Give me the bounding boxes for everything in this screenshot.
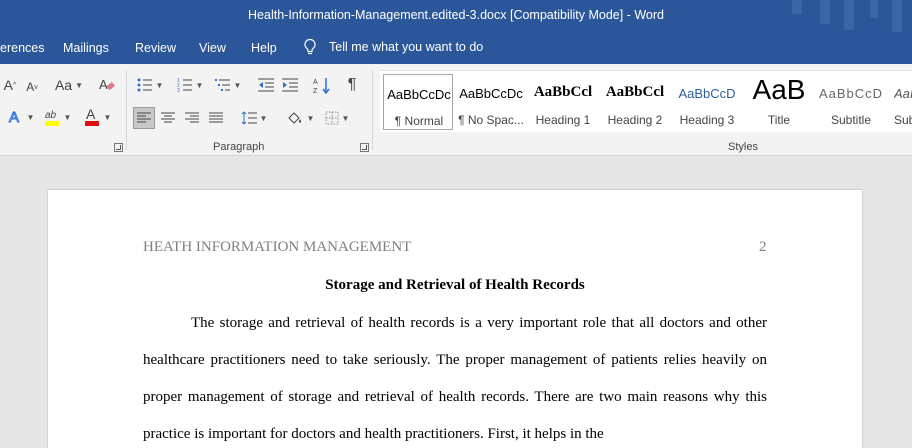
- ribbon-tab-bar: erences Mailings Review View Help Tell m…: [0, 32, 912, 64]
- paragraph-dialog-launcher[interactable]: [360, 143, 369, 152]
- page-number: 2: [759, 239, 767, 255]
- ribbon-separator: [126, 70, 127, 150]
- clear-formatting-button[interactable]: A: [96, 74, 118, 96]
- style-name: Sub: [894, 113, 912, 127]
- ribbon: A ^ Av Aa ▼ A A ▼ ab ▼ A ▼ ▼ 1 2 3 ▼ ▼ A…: [0, 64, 912, 156]
- style-name: ¶ Normal: [394, 114, 444, 128]
- style-subtitle[interactable]: AaBbCcD Subtitle: [816, 74, 886, 130]
- multilevel-list-button[interactable]: ▼: [212, 74, 244, 96]
- svg-text:A: A: [9, 109, 19, 125]
- style-name: ¶ No Spac...: [458, 113, 524, 127]
- align-center-icon: [161, 112, 175, 123]
- bullets-icon: [137, 78, 152, 92]
- increase-indent-button[interactable]: [280, 74, 300, 96]
- font-color-button[interactable]: A ▼: [80, 106, 114, 128]
- style-sample: AaBbCcl: [605, 84, 665, 100]
- text-effects-icon: A: [8, 109, 19, 125]
- tab-help[interactable]: Help: [251, 41, 277, 55]
- svg-text:A: A: [99, 77, 108, 92]
- style-sample: AaBbCcDc: [387, 87, 451, 102]
- svg-text:ab: ab: [45, 110, 57, 121]
- style-normal[interactable]: AaBbCcDc ¶ Normal: [383, 74, 453, 130]
- increase-indent-icon: [282, 78, 298, 92]
- title-bar: Health-Information-Management.edited-3.d…: [0, 0, 912, 32]
- style-sample: AaI: [894, 86, 912, 101]
- highlighter-icon: ab: [44, 110, 59, 126]
- style-heading-2[interactable]: AaBbCcl Heading 2: [600, 74, 670, 130]
- grow-font-button[interactable]: A ^: [2, 74, 18, 96]
- align-center-button[interactable]: [158, 107, 178, 129]
- borders-icon: [325, 111, 339, 125]
- title-bar-decoration: [792, 0, 902, 32]
- tab-references[interactable]: erences: [0, 41, 44, 55]
- sort-icon: A Z: [313, 78, 330, 94]
- ribbon-separator: [372, 70, 373, 150]
- align-right-button[interactable]: [182, 107, 202, 129]
- sort-button[interactable]: A Z: [312, 74, 332, 96]
- svg-text:A: A: [86, 107, 96, 122]
- numbering-button[interactable]: 1 2 3 ▼: [174, 74, 206, 96]
- style-heading-1[interactable]: AaBbCcl Heading 1: [528, 74, 598, 130]
- style-title[interactable]: AaB Title: [744, 74, 814, 130]
- page-header: HEATH INFORMATION MANAGEMENT: [143, 239, 412, 255]
- style-name: Heading 2: [607, 113, 663, 127]
- svg-text:3: 3: [177, 88, 180, 92]
- text-effects-button[interactable]: A ▼: [4, 106, 38, 128]
- font-dialog-launcher[interactable]: [114, 143, 123, 152]
- tab-view[interactable]: View: [199, 41, 226, 55]
- change-case-button[interactable]: Aa ▼: [52, 74, 86, 96]
- align-right-icon: [185, 112, 199, 123]
- style-name: Heading 3: [679, 113, 735, 127]
- style-name: Subtitle: [830, 113, 872, 127]
- svg-text:Z: Z: [313, 88, 318, 94]
- paragraph-group-label: Paragraph: [213, 141, 265, 153]
- shading-button[interactable]: ▼: [284, 107, 316, 129]
- borders-button[interactable]: ▼: [320, 107, 354, 129]
- multilevel-list-icon: [214, 79, 230, 91]
- paint-bucket-icon: [287, 112, 301, 124]
- style-sample: AaBbCcDc: [459, 86, 523, 101]
- style-no-spacing[interactable]: AaBbCcDc ¶ No Spac...: [456, 74, 526, 130]
- shrink-font-button[interactable]: Av: [24, 76, 40, 98]
- tab-review[interactable]: Review: [135, 41, 176, 55]
- window-title: Health-Information-Management.edited-3.d…: [248, 8, 664, 22]
- styles-gallery: AaBbCcDc ¶ Normal AaBbCcDc ¶ No Spac... …: [380, 70, 912, 132]
- style-sample: AaB: [752, 74, 806, 105]
- style-sample: AaBbCcD: [678, 86, 736, 101]
- bullets-button[interactable]: ▼: [134, 74, 166, 96]
- document-page[interactable]: HEATH INFORMATION MANAGEMENT 2 Storage a…: [48, 190, 862, 448]
- justify-button[interactable]: [206, 107, 226, 129]
- highlight-color-button[interactable]: ab ▼: [40, 106, 74, 128]
- style-heading-3[interactable]: AaBbCcD Heading 3: [672, 74, 742, 130]
- decrease-indent-button[interactable]: [256, 74, 276, 96]
- style-name: Title: [767, 113, 791, 127]
- numbering-icon: 1 2 3: [177, 78, 192, 92]
- font-color-icon: A: [84, 107, 99, 126]
- align-left-icon: [137, 112, 151, 123]
- lightbulb-icon: [304, 38, 316, 55]
- style-subtle[interactable]: AaI Sub: [888, 74, 912, 130]
- style-sample: AaBbCcD: [818, 86, 884, 101]
- style-sample: AaBbCcl: [533, 84, 593, 100]
- show-formatting-marks-button[interactable]: ¶: [342, 74, 362, 96]
- align-left-button[interactable]: [133, 107, 155, 129]
- body-paragraph: The storage and retrieval of health reco…: [143, 315, 767, 442]
- tell-me-label: Tell me what you want to do: [329, 40, 484, 54]
- svg-text:A: A: [313, 79, 318, 86]
- document-title: Storage and Retrieval of Health Records: [325, 277, 585, 293]
- style-name: Heading 1: [535, 113, 591, 127]
- tell-me-search[interactable]: Tell me what you want to do: [303, 38, 483, 56]
- eraser-icon: A: [99, 77, 115, 92]
- tab-mailings[interactable]: Mailings: [63, 41, 109, 55]
- line-spacing-button[interactable]: ▼: [238, 107, 270, 129]
- decrease-indent-icon: [258, 78, 274, 92]
- line-spacing-icon: [241, 111, 257, 125]
- styles-group-label: Styles: [728, 141, 758, 153]
- document-canvas[interactable]: HEATH INFORMATION MANAGEMENT 2 Storage a…: [0, 157, 912, 448]
- justify-icon: [209, 112, 223, 123]
